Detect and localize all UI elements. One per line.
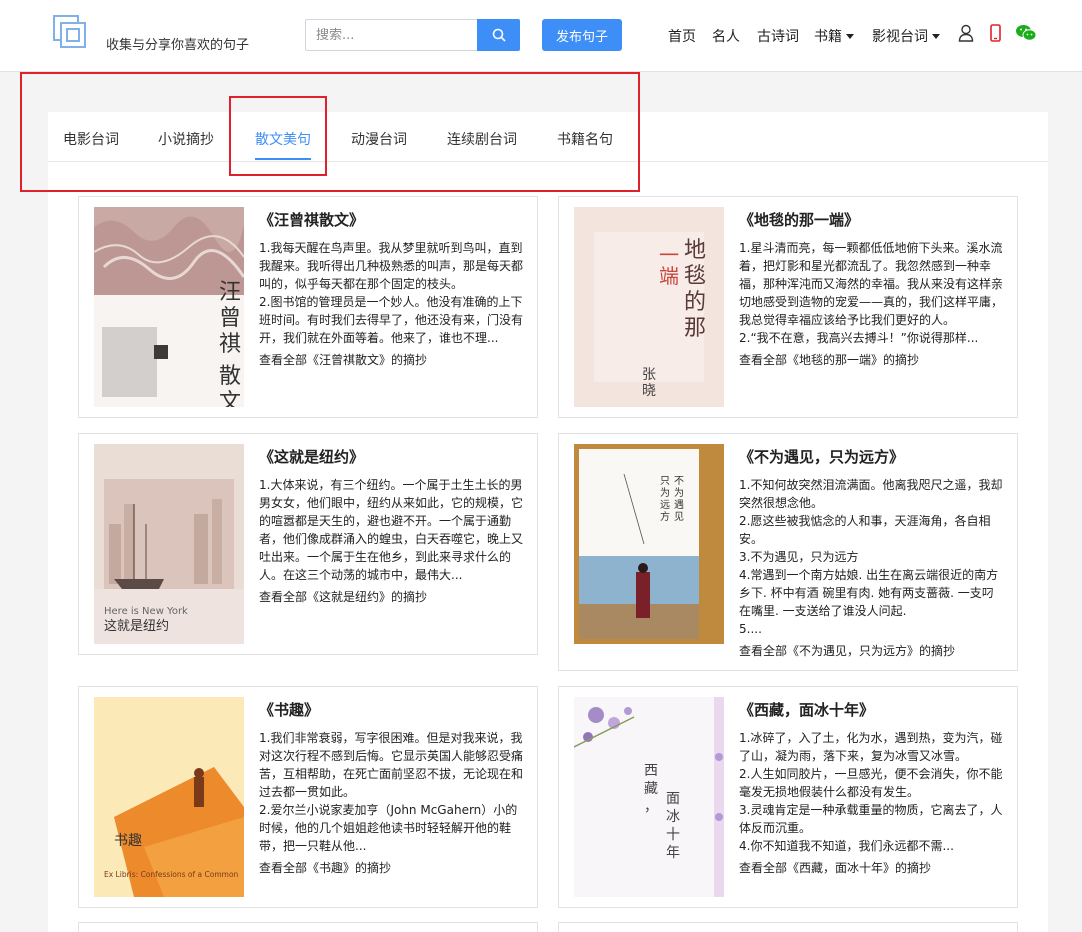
tab-novel-excerpts[interactable]: 小说摘抄 [158,129,214,149]
book-cover[interactable]: 书趣 Ex Libris: Confessions of a Common [94,697,244,897]
tab-anime-lines[interactable]: 动漫台词 [351,129,407,149]
cover-author-text: 张晓 [642,367,656,399]
book-card[interactable] [78,922,538,932]
wechat-icon[interactable] [1015,24,1037,42]
excerpt-line: 2.“我不在意，我高兴去搏斗！”你说得那样... [739,331,979,345]
nav-poetry[interactable]: 古诗词 [757,26,799,46]
publish-button[interactable]: 发布句子 [542,19,622,51]
excerpt-line: 2.愿这些被我惦念的人和事，天涯海角，各自相安。 [739,514,991,546]
excerpt-text: 1.我们非常衰弱，写字很困难。但是对我来说，我对这次行程不感到后悔。它显示英国人… [259,729,523,855]
user-icon[interactable] [958,24,974,42]
view-all-link[interactable]: 查看全部《汪曾祺散文》的摘抄 [259,351,427,368]
search-icon [492,28,506,42]
book-title[interactable]: 《西藏，面冰十年》 [739,699,874,720]
book-card[interactable]: 不为遇见 只为远方 《不为遇见，只为远方》 1.不知何故突然泪流满面。他离我咫尺… [558,433,1018,671]
cover-title-text: 一端 [659,243,679,288]
book-title[interactable]: 《书趣》 [259,699,319,720]
tab-book-quotes[interactable]: 书籍名句 [557,129,613,149]
book-card[interactable]: 西藏， 面冰十年 《西藏，面冰十年》 1.冰碎了，入了土，化为水，遇到热，变为汽… [558,686,1018,908]
book-cover[interactable]: 西藏， 面冰十年 [574,697,724,897]
category-tabs: 电影台词 小说摘抄 散文美句 动漫台词 连续剧台词 书籍名句 [48,112,1048,162]
nav-books-label: 书籍 [814,29,842,45]
tab-movie-lines[interactable]: 电影台词 [63,129,119,149]
nav-books-dropdown[interactable]: 书籍 [814,26,854,46]
phone-icon[interactable] [990,24,1001,42]
excerpt-line: 1.冰碎了，入了土，化为水，遇到热，变为汽，碰了山，凝为雨，落下来，复为冰雪又冰… [739,731,1003,763]
tab-tv-series-lines[interactable]: 连续剧台词 [447,129,517,149]
cover-title-text: 书趣 [114,833,142,849]
excerpt-line: 1.我每天醒在鸟声里。我从梦里就听到鸟叫，直到我醒来。我听得出几种极熟悉的叫声，… [259,241,524,291]
cover-title-text: 汪曾祺散文 [219,280,241,407]
book-card[interactable]: Here is New York 这就是纽约 《这就是纽约》 1.大体来说，有三… [78,433,538,655]
view-all-link[interactable]: 查看全部《书趣》的摘抄 [259,859,391,876]
book-title[interactable]: 《地毯的那一端》 [739,209,859,230]
search-button[interactable] [477,19,520,51]
excerpt-line: 2.人生如同胶片，一旦感光，便不会消失，你不能毫发无损地假装什么都没有发生。 [739,767,1003,799]
book-title[interactable]: 《不为遇见，只为远方》 [739,446,904,467]
cover-en-text: Here is New York [104,606,188,617]
view-all-link[interactable]: 查看全部《地毯的那一端》的摘抄 [739,351,919,368]
book-title[interactable]: 《汪曾祺散文》 [259,209,364,230]
cover-title-text: 地毯的那 [684,238,706,341]
excerpt-text: 1.冰碎了，入了土，化为水，遇到热，变为汽，碰了山，凝为雨，落下来，复为冰雪又冰… [739,729,1003,855]
nav-celebrities[interactable]: 名人 [712,26,740,46]
excerpt-text: 1.不知何故突然泪流满面。他离我咫尺之遥，我却突然很想念他。 2.愿这些被我惦念… [739,476,1003,638]
book-card[interactable]: 汪曾祺散文 《汪曾祺散文》 1.我每天醒在鸟声里。我从梦里就听到鸟叫，直到我醒来… [78,196,538,418]
excerpt-line: 3.不为遇见，只为远方 [739,550,859,564]
excerpt-line: 4.常遇到一个南方姑娘. 出生在离云端很近的南方乡下. 杯中有酒 碗里有肉. 她… [739,568,999,618]
view-all-link[interactable]: 查看全部《不为遇见，只为远方》的摘抄 [739,642,955,659]
view-all-link[interactable]: 查看全部《这就是纽约》的摘抄 [259,588,427,605]
cover-title-text: 这就是纽约 [104,618,169,634]
excerpt-text: 1.大体来说，有三个纽约。一个属于土生土长的男男女女，他们眼中，纽约从来如此，它… [259,476,523,584]
chevron-down-icon [846,33,854,39]
book-card[interactable] [558,922,1018,932]
search-box [305,19,520,51]
excerpt-text: 1.星斗清而亮，每一颗都低低地俯下头来。溪水流着，把灯影和星光都流乱了。我忽然感… [739,239,1003,347]
cover-title-text: 不为遇见 只为远方 [660,476,687,523]
book-title[interactable]: 《这就是纽约》 [259,446,364,467]
excerpt-line: 2.图书馆的管理员是一个妙人。他没有准确的上下班时间。有时我们去得早了，他还没有… [259,295,524,345]
excerpt-line: 1.我们非常衰弱，写字很困难。但是对我来说，我对这次行程不感到后悔。它显示英国人… [259,731,524,799]
nav-film-dropdown[interactable]: 影视台词 [872,26,940,46]
excerpt-line: 1.大体来说，有三个纽约。一个属于土生土长的男男女女，他们眼中，纽约从来如此，它… [259,478,524,582]
site-header: 收集与分享你喜欢的句子 发布句子 首页 名人 古诗词 书籍 影视台词 [0,0,1082,72]
tab-prose[interactable]: 散文美句 [255,129,311,149]
logo-icon[interactable] [52,14,88,50]
site-slogan: 收集与分享你喜欢的句子 [106,38,250,53]
chevron-down-icon [932,33,940,39]
book-cover[interactable]: 不为遇见 只为远方 [574,444,724,644]
search-input[interactable] [305,19,477,51]
excerpt-line: 5.... [739,622,762,636]
excerpt-line: 3.灵魂肯定是一种承载重量的物质，它离去了，人体反而沉重。 [739,803,1003,835]
book-cover[interactable]: 地毯的那 一端 张晓 [574,207,724,407]
book-card[interactable]: 书趣 Ex Libris: Confessions of a Common 《书… [78,686,538,908]
excerpt-line: 1.星斗清而亮，每一颗都低低地俯下头来。溪水流着，把灯影和星光都流乱了。我忽然感… [739,241,1004,327]
cover-en-text: Ex Libris: Confessions of a Common [104,870,239,879]
excerpt-line: 2.爱尔兰小说家麦加亨（John McGahern）小的时候，他的几个姐姐趁他读… [259,803,518,853]
nav-film-label: 影视台词 [872,29,928,45]
excerpt-text: 1.我每天醒在鸟声里。我从梦里就听到鸟叫，直到我醒来。我听得出几种极熟悉的叫声，… [259,239,523,347]
book-card[interactable]: 地毯的那 一端 张晓 《地毯的那一端》 1.星斗清而亮，每一颗都低低地俯下头来。… [558,196,1018,418]
book-cover[interactable]: Here is New York 这就是纽约 [94,444,244,644]
book-cover[interactable]: 汪曾祺散文 [94,207,244,407]
active-tab-indicator [255,158,311,160]
excerpt-line: 1.不知何故突然泪流满面。他离我咫尺之遥，我却突然很想念他。 [739,478,1003,510]
nav-home[interactable]: 首页 [668,26,696,46]
view-all-link[interactable]: 查看全部《西藏，面冰十年》的摘抄 [739,859,931,876]
excerpt-line: 4.你不知道我不知道，我们永远都不需... [739,839,954,853]
